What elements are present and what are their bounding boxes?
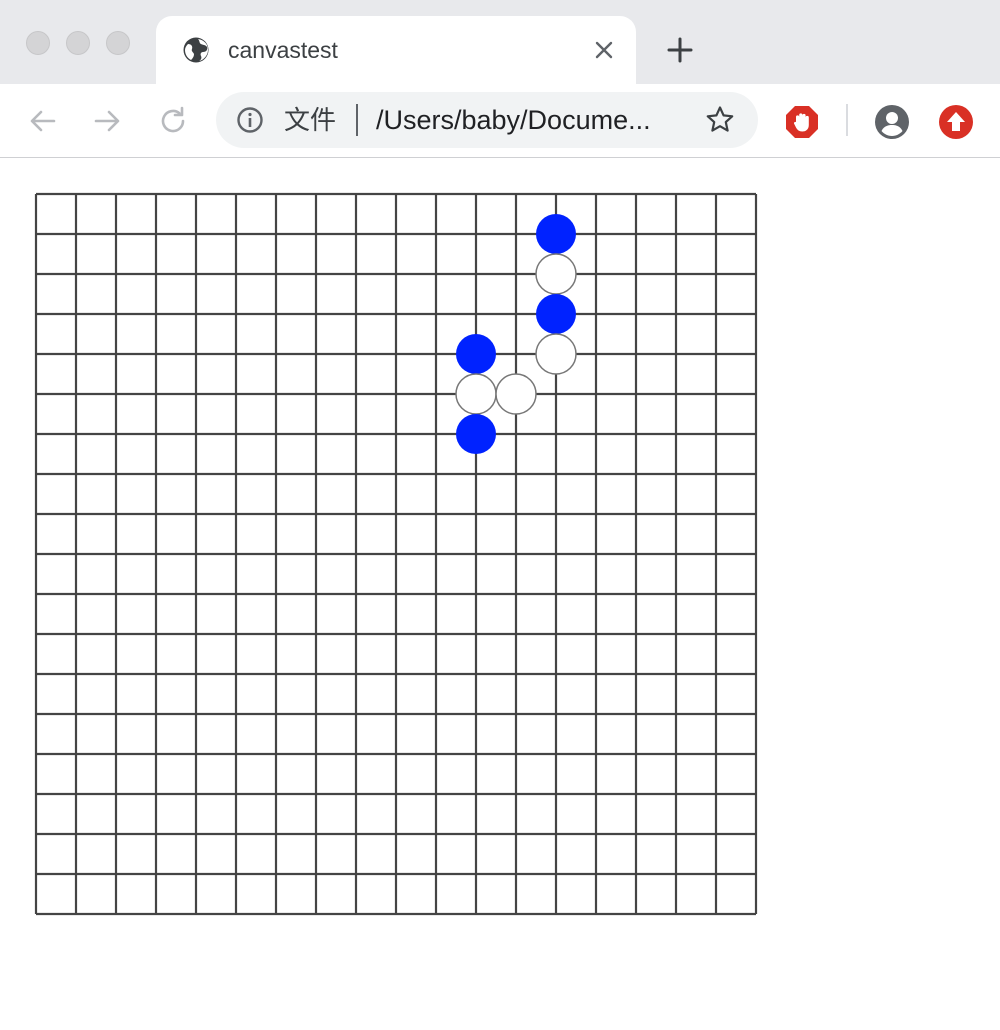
forward-arrow-icon[interactable]	[90, 104, 124, 138]
new-tab-icon[interactable]	[666, 36, 694, 64]
white-stone	[495, 373, 537, 415]
blue-stone	[456, 414, 496, 454]
minimize-window-button[interactable]	[66, 31, 90, 55]
game-board-canvas[interactable]	[0, 158, 1000, 1030]
toolbar-divider	[846, 104, 848, 136]
browser-tab[interactable]: canvastest	[156, 16, 636, 84]
bookmark-star-icon[interactable]	[704, 104, 736, 136]
blue-stone	[536, 294, 576, 334]
close-window-button[interactable]	[26, 31, 50, 55]
profile-avatar-icon[interactable]	[874, 104, 910, 140]
maximize-window-button[interactable]	[106, 31, 130, 55]
white-stone	[455, 373, 497, 415]
back-arrow-icon[interactable]	[26, 104, 60, 138]
adblock-stop-hand-icon[interactable]	[784, 104, 820, 140]
update-arrow-icon[interactable]	[938, 104, 974, 140]
globe-icon	[183, 37, 209, 63]
url-text[interactable]: /Users/baby/Docume...	[376, 105, 651, 135]
file-scheme-label: 文件	[284, 105, 337, 135]
tab-strip: canvastest	[0, 0, 1000, 84]
omnibox-separator	[356, 104, 358, 136]
close-icon[interactable]	[592, 38, 616, 62]
white-stone	[535, 333, 577, 375]
white-stone	[535, 253, 577, 295]
tab-title: canvastest	[228, 37, 338, 63]
address-bar[interactable]: 文件 /Users/baby/Docume...	[216, 92, 758, 148]
reload-icon[interactable]	[156, 104, 190, 138]
blue-stone	[536, 214, 576, 254]
page-content	[0, 158, 1000, 1030]
info-icon[interactable]	[236, 106, 264, 134]
browser-toolbar: 文件 /Users/baby/Docume...	[0, 84, 1000, 158]
blue-stone	[456, 334, 496, 374]
